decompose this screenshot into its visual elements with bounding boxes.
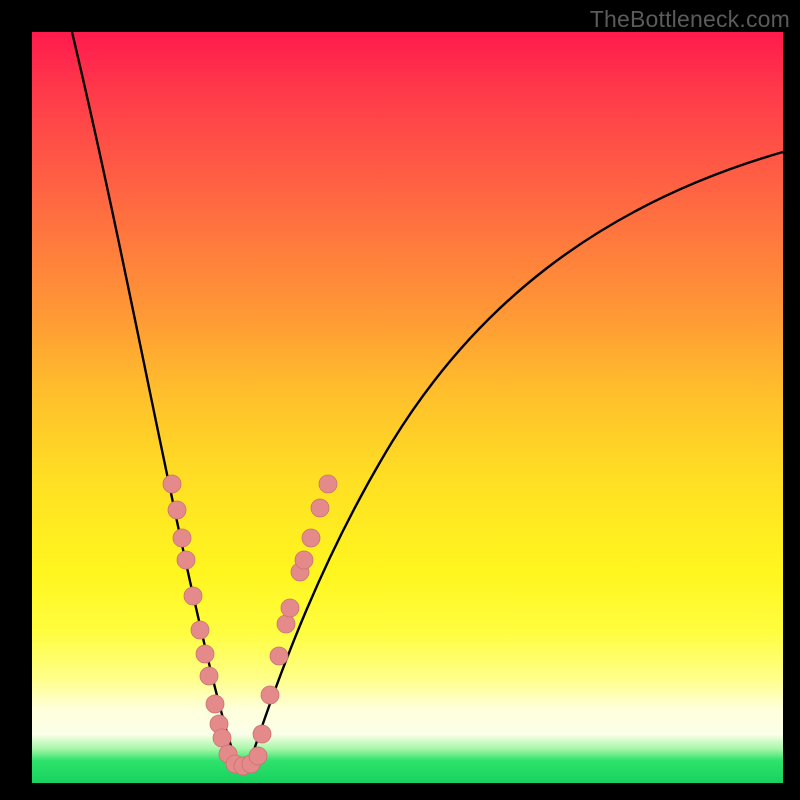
chart-frame: TheBottleneck.com (0, 0, 800, 800)
dot-cluster-bottom (219, 745, 267, 775)
curve-layer (32, 32, 783, 783)
dot-cluster-right (253, 475, 337, 743)
bottleneck-curve (72, 32, 783, 770)
plot-area (32, 32, 783, 783)
watermark-text: TheBottleneck.com (590, 6, 790, 33)
